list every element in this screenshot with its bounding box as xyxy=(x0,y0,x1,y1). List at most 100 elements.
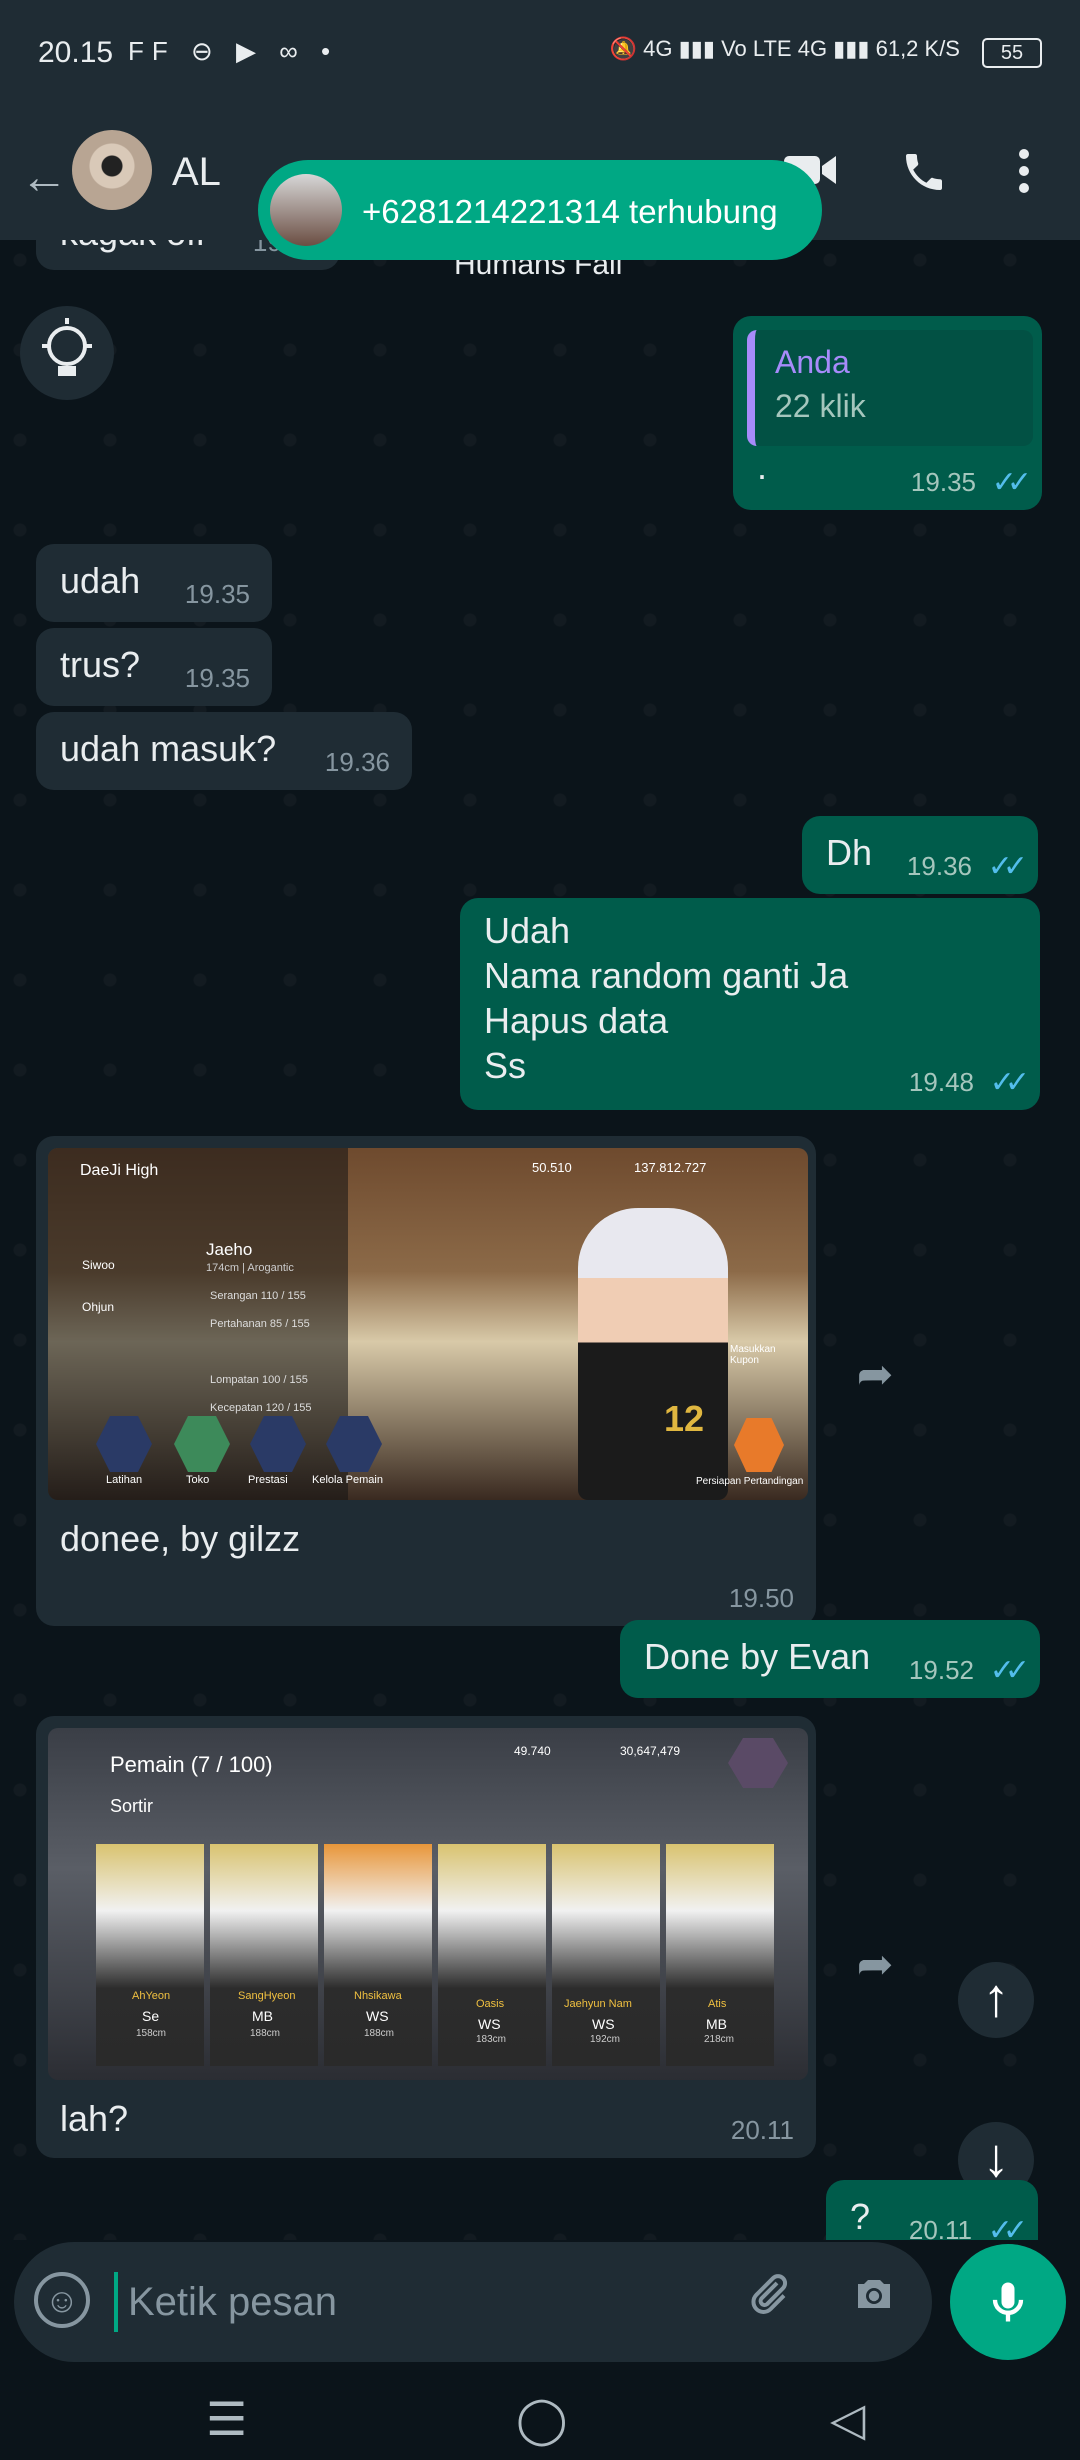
game-currency: 30,647,479 xyxy=(620,1744,681,1758)
game-stat: Serangan 110 / 155 xyxy=(210,1290,306,1302)
player-pos: WS xyxy=(478,2016,501,2032)
game-stat: Pertahanan 85 / 155 xyxy=(210,1318,310,1330)
message-bubble-incoming[interactable]: udah masuk? 19.36 xyxy=(36,712,412,790)
message-time: 19.48 xyxy=(908,1067,974,1097)
message-time: 19.36 xyxy=(324,747,390,777)
image-message-bubble[interactable]: DaeJi High Jaeho 174cm | Arogantic Seran… xyxy=(36,1136,816,1626)
message-time: 20.11 xyxy=(908,2215,972,2240)
player-name: Atis xyxy=(708,1998,727,2010)
message-bubble-outgoing[interactable]: Udah Nama random ganti Ja Hapus data Ss … xyxy=(460,898,1040,1110)
paperclip-icon[interactable] xyxy=(744,2270,792,2330)
camera-icon[interactable] xyxy=(850,2270,898,2329)
status-bar: 20.15 FF ⊖ ▶ ∞ • 🔕 4G ▮▮▮ Vo LTE 4G ▮▮▮ … xyxy=(0,0,1080,110)
text-caret xyxy=(114,2272,118,2332)
message-bubble-outgoing[interactable]: Dh 19.36 ✓✓ xyxy=(802,816,1038,894)
message-text: . xyxy=(757,446,768,487)
avatar xyxy=(270,174,342,246)
more-vertical-icon[interactable] xyxy=(1018,148,1030,205)
message-composer: ☺ xyxy=(14,2242,932,2362)
message-text: ? xyxy=(850,2196,871,2237)
game-sort-label: Sortir xyxy=(110,1796,154,1816)
quote-text: 22 klik xyxy=(775,388,866,424)
microphone-icon[interactable] xyxy=(950,2244,1066,2360)
recent-apps-icon[interactable]: ☰ xyxy=(206,2392,247,2446)
message-input[interactable] xyxy=(126,2268,690,2336)
connected-toast[interactable]: +6281214221314 terhubung xyxy=(258,160,822,260)
game-school-name: DaeJi High xyxy=(80,1162,159,1179)
player-card xyxy=(438,1844,546,2066)
player-height: 188cm xyxy=(364,2028,395,2039)
player-card xyxy=(666,1844,774,2066)
arrow-left-icon[interactable]: ← xyxy=(20,150,68,205)
image-message-bubble[interactable]: Pemain (7 / 100) Sortir 49.740 30,647,47… xyxy=(36,1716,816,2158)
message-bubble-outgoing[interactable]: ? 20.11 ✓✓ xyxy=(826,2180,1038,2240)
jersey-number: 12 xyxy=(664,1398,705,1439)
toast-text: +6281214221314 terhubung xyxy=(362,193,778,230)
game-screenshot-image[interactable]: DaeJi High Jaeho 174cm | Arogantic Seran… xyxy=(48,1148,808,1500)
image-caption: donee, by gilzz xyxy=(60,1518,301,1559)
lightbulb-icon[interactable] xyxy=(20,306,114,400)
emoji-icon[interactable]: ☺ xyxy=(34,2272,90,2328)
back-arrow-icon xyxy=(728,1738,788,1788)
game-title: Pemain (7 / 100) xyxy=(110,1752,273,1777)
message-bubble-incoming[interactable]: trus? 19.35 xyxy=(36,628,272,706)
game-menu-label: Kelola Pemain xyxy=(312,1474,383,1486)
game-stat: Kecepatan 120 / 155 xyxy=(210,1402,312,1414)
system-nav-bar: ☰ ◯ ◁ xyxy=(0,2380,1080,2460)
status-time: 20.15 xyxy=(38,36,114,69)
game-menu-label: Latihan xyxy=(106,1474,143,1486)
player-height: 218cm xyxy=(704,2034,735,2045)
read-ticks-icon: ✓✓ xyxy=(987,2214,1028,2240)
game-side-name: Siwoo xyxy=(82,1258,115,1272)
play-icon xyxy=(734,1418,784,1472)
player-name: Nhsikawa xyxy=(354,1990,402,2002)
message-text: Dh xyxy=(826,832,873,873)
player-height: 183cm xyxy=(476,2034,507,2045)
read-ticks-icon: ✓✓ xyxy=(989,1654,1030,1687)
game-currency: 49.740 xyxy=(514,1744,551,1758)
player-name: Jaehyun Nam xyxy=(564,1998,632,2010)
avatar[interactable] xyxy=(72,130,152,210)
battery-icon: 55 xyxy=(982,38,1042,68)
read-ticks-icon: ✓✓ xyxy=(987,850,1028,883)
player-pos: Se xyxy=(142,2008,160,2024)
message-bubble-outgoing-quote[interactable]: Anda 22 klik . 19.35 ✓✓ xyxy=(733,316,1042,510)
message-text: udah masuk? xyxy=(60,728,277,769)
contact-name[interactable]: AL xyxy=(172,150,221,195)
signal-icons: 🔕 4G ▮▮▮ Vo LTE 4G ▮▮▮ 61,2 K/S xyxy=(609,36,960,61)
chat-area[interactable]: kagak off 19.34 Humans Fall Anda 22 klik… xyxy=(0,240,1080,2240)
player-pos: WS xyxy=(592,2016,615,2032)
player-height: 158cm xyxy=(136,2028,167,2039)
notification-icons: FF ⊖ ▶ ∞ • xyxy=(128,36,339,66)
message-time: 20.11 xyxy=(730,2115,794,2145)
image-caption: lah? xyxy=(60,2098,129,2139)
game-right-label: Masukkan Kupon xyxy=(730,1344,776,1366)
game-stat: Lompatan 100 / 155 xyxy=(210,1374,308,1386)
back-triangle-icon[interactable]: ◁ xyxy=(830,2392,865,2446)
game-screenshot-image[interactable]: Pemain (7 / 100) Sortir 49.740 30,647,47… xyxy=(48,1728,808,2080)
game-player-name: Jaeho xyxy=(206,1240,253,1259)
forward-icon[interactable]: ➦ xyxy=(840,1930,910,2000)
phone-icon[interactable] xyxy=(900,148,948,207)
message-bubble-outgoing[interactable]: Done by Evan 19.52 ✓✓ xyxy=(620,1620,1040,1698)
message-time: 19.52 xyxy=(908,1655,974,1685)
quoted-message[interactable]: Anda 22 klik xyxy=(747,330,1033,446)
player-pos: MB xyxy=(706,2016,727,2032)
forward-icon[interactable]: ➦ xyxy=(840,1340,910,1410)
home-icon[interactable]: ◯ xyxy=(516,2392,567,2446)
player-pos: MB xyxy=(252,2008,273,2024)
read-ticks-icon: ✓✓ xyxy=(991,466,1032,499)
message-text: udah xyxy=(60,560,141,601)
game-currency: 137.812.727 xyxy=(634,1160,707,1175)
scroll-up-icon[interactable]: ↑ xyxy=(958,1962,1034,2038)
player-height: 192cm xyxy=(590,2034,621,2045)
message-text: kagak off xyxy=(60,240,205,255)
message-text: trus? xyxy=(60,644,141,685)
message-bubble-incoming[interactable]: udah 19.35 xyxy=(36,544,272,622)
game-player-sub: 174cm | Arogantic xyxy=(206,1262,294,1274)
player-name: Oasis xyxy=(476,1998,505,2010)
quote-sender: Anda xyxy=(775,344,850,380)
message-time: 19.35 xyxy=(184,663,250,693)
message-time: 19.35 xyxy=(184,579,250,609)
game-side-name: Ohjun xyxy=(82,1300,115,1314)
